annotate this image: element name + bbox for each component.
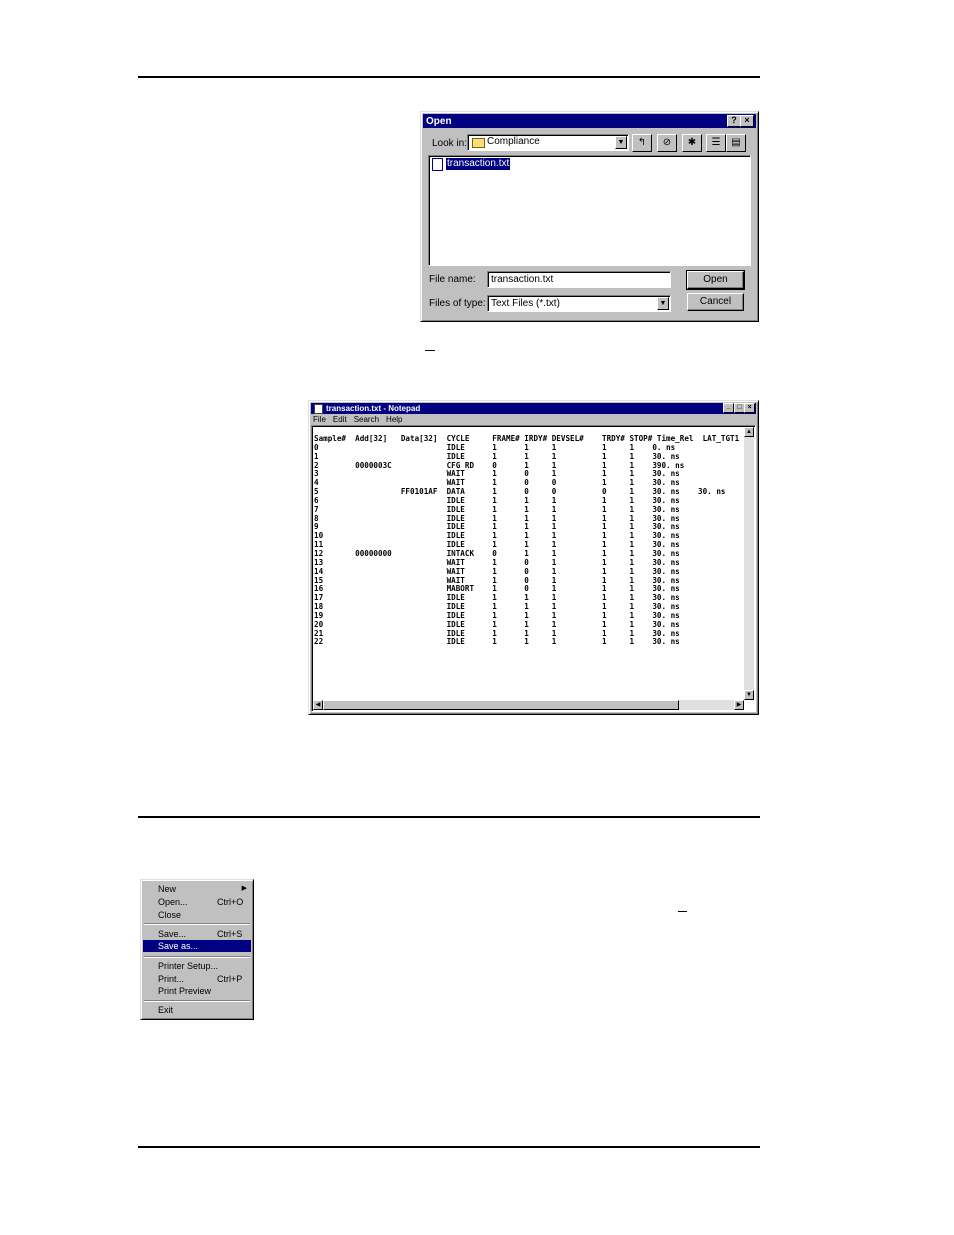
chevron-down-icon[interactable]: ▼ bbox=[657, 297, 669, 310]
middle-rule bbox=[138, 816, 760, 818]
menu-item-print-preview[interactable]: Print Preview bbox=[143, 985, 251, 997]
scroll-up-button[interactable]: ▲ bbox=[744, 427, 754, 437]
up-folder-button[interactable]: ↰ bbox=[632, 134, 652, 152]
file-name: transaction.txt bbox=[446, 158, 511, 170]
desktop-button[interactable]: ⊘ bbox=[657, 134, 677, 152]
underline-mark bbox=[678, 911, 687, 912]
close-button[interactable]: × bbox=[740, 115, 754, 127]
details-view-icon: ▤ bbox=[731, 137, 741, 148]
chevron-down-icon[interactable]: ▼ bbox=[615, 136, 627, 149]
file-name-input[interactable]: transaction.txt bbox=[487, 271, 671, 288]
close-button[interactable]: × bbox=[744, 403, 755, 413]
bottom-rule bbox=[138, 1146, 760, 1148]
menu-item-save-as[interactable]: Save as... bbox=[143, 940, 251, 952]
cancel-button[interactable]: Cancel bbox=[687, 293, 744, 311]
menu-help[interactable]: Help bbox=[386, 415, 402, 425]
scroll-down-button[interactable]: ▼ bbox=[744, 690, 754, 700]
menu-edit[interactable]: Edit bbox=[333, 415, 347, 425]
up-folder-icon: ↰ bbox=[637, 137, 647, 148]
look-in-value: Compliance bbox=[487, 136, 540, 147]
horizontal-scrollbar[interactable]: ◀ ▶ bbox=[313, 700, 744, 710]
menu-separator bbox=[144, 956, 250, 958]
notepad-window: transaction.txt - Notepad _ □ × File Edi… bbox=[308, 400, 759, 715]
file-type-value: Text Files (*.txt) bbox=[491, 298, 560, 309]
scroll-left-button[interactable]: ◀ bbox=[313, 700, 323, 710]
open-dialog: Open ? × Look in: Compliance ▼ ↰ ⊘ ✱ ☰ ▤… bbox=[420, 111, 759, 322]
menu-item-exit[interactable]: Exit bbox=[143, 1004, 251, 1016]
list-view-button[interactable]: ☰ bbox=[706, 134, 726, 152]
menu-file[interactable]: File bbox=[313, 415, 326, 425]
file-list[interactable]: transaction.txt bbox=[428, 155, 751, 266]
file-type-label: Files of type: bbox=[429, 298, 486, 309]
file-name-label: File name: bbox=[429, 274, 476, 285]
open-button[interactable]: Open bbox=[686, 270, 745, 290]
minimize-button[interactable]: _ bbox=[723, 403, 734, 413]
file-menu: New ▶ Open... Ctrl+O Close Save... Ctrl+… bbox=[140, 879, 254, 1020]
new-folder-button[interactable]: ✱ bbox=[682, 134, 702, 152]
folder-icon bbox=[472, 138, 485, 148]
menu-separator bbox=[144, 923, 250, 925]
help-button[interactable]: ? bbox=[727, 115, 741, 127]
list-view-icon: ☰ bbox=[711, 137, 721, 148]
new-folder-icon: ✱ bbox=[687, 137, 697, 148]
vertical-scrollbar[interactable]: ▲ ▼ bbox=[744, 427, 754, 700]
look-in-dropdown[interactable]: Compliance ▼ bbox=[467, 134, 629, 151]
open-dialog-title: Open bbox=[426, 115, 452, 127]
notepad-icon bbox=[314, 403, 323, 414]
scroll-right-button[interactable]: ▶ bbox=[734, 700, 744, 710]
details-view-button[interactable]: ▤ bbox=[726, 134, 746, 152]
desktop-icon: ⊘ bbox=[662, 137, 672, 148]
file-type-dropdown[interactable]: Text Files (*.txt) ▼ bbox=[487, 295, 671, 312]
menu-item-close[interactable]: Close bbox=[143, 909, 251, 921]
notepad-title: transaction.txt - Notepad bbox=[326, 404, 421, 413]
notepad-menubar: File Edit Search Help bbox=[313, 415, 403, 425]
text-file-icon bbox=[432, 158, 443, 171]
chevron-right-icon: ▶ bbox=[241, 885, 247, 892]
underline-mark bbox=[425, 350, 435, 351]
menu-item-printer-setup[interactable]: Printer Setup... bbox=[143, 960, 251, 972]
look-in-label: Look in: bbox=[432, 138, 468, 149]
notepad-titlebar: transaction.txt - Notepad bbox=[311, 403, 756, 414]
menu-search[interactable]: Search bbox=[354, 415, 379, 425]
scroll-thumb[interactable] bbox=[323, 700, 679, 710]
menu-separator bbox=[144, 1000, 250, 1002]
menu-item-open[interactable]: Open... Ctrl+O bbox=[143, 896, 251, 908]
top-rule bbox=[138, 76, 760, 78]
menu-item-print[interactable]: Print... Ctrl+P bbox=[143, 973, 251, 985]
open-dialog-titlebar: Open bbox=[423, 114, 756, 128]
notepad-content: Sample# Add[32] Data[32] CYCLE FRAME# IR… bbox=[314, 434, 740, 647]
menu-item-new[interactable]: New ▶ bbox=[143, 883, 251, 895]
notepad-text-area[interactable]: Sample# Add[32] Data[32] CYCLE FRAME# IR… bbox=[311, 425, 756, 712]
file-name-value: transaction.txt bbox=[491, 274, 554, 285]
menu-item-save[interactable]: Save... Ctrl+S bbox=[143, 928, 251, 940]
